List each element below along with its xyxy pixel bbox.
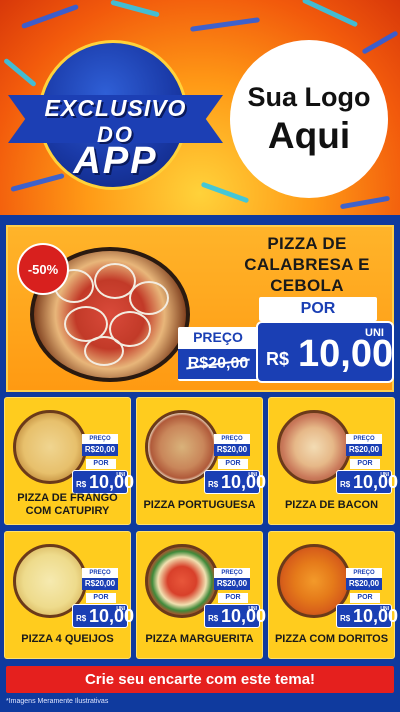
mini-unit: UNI (380, 472, 389, 478)
product-name: PIZZA 4 QUEIJOS (21, 633, 114, 645)
old-price: R$20,00 (178, 349, 258, 379)
product-name: PIZZA DE BACON (284, 499, 379, 511)
mini-price-tag: PREÇO R$20,00 POR R$ 10,00 UNI (336, 434, 398, 494)
currency-symbol: R$ (266, 349, 290, 369)
mini-old-price: R$20,00 (346, 578, 382, 590)
logo-placeholder: Sua Logo Aqui (230, 40, 388, 198)
badge-line-3: APP (73, 140, 158, 182)
mini-old-price: R$20,00 (346, 444, 382, 456)
mini-price-value: 10,00 (89, 472, 135, 492)
logo-text-2: Aqui (267, 114, 351, 156)
product-card[interactable]: PREÇO R$20,00 POR R$ 10,00 UNI PIZZA DE … (4, 397, 134, 525)
mini-por-label: POR (86, 459, 116, 469)
mini-currency: R$ (340, 614, 351, 623)
new-price-value: 10,00 (298, 333, 394, 375)
exclusive-app-badge: EXCLUSIVO DO APP (8, 40, 223, 205)
mini-price-tag: PREÇO R$20,00 POR R$ 10,00 UNI (204, 434, 266, 494)
mini-new-price: R$ 10,00 UNI (336, 470, 398, 494)
old-price-box: PREÇO R$20,00 (178, 327, 258, 381)
mini-preco-label: PREÇO (346, 434, 382, 444)
confetti-streamer (339, 195, 391, 210)
mini-unit: UNI (248, 472, 257, 478)
featured-name-line-3: CEBOLA (270, 276, 344, 295)
mini-currency: R$ (208, 480, 219, 489)
mini-price-value: 10,00 (353, 472, 399, 492)
mini-currency: R$ (208, 614, 219, 623)
confetti-streamer (301, 0, 359, 28)
mini-new-price: R$ 10,00 UNI (336, 604, 398, 628)
mini-currency: R$ (340, 480, 351, 489)
logo-text-1: Sua Logo (247, 81, 371, 112)
product-card[interactable]: PREÇO R$20,00 POR R$ 10,00 UNI PIZZA MAR… (136, 531, 266, 659)
mini-price-tag: PREÇO R$20,00 POR R$ 10,00 UNI (204, 568, 266, 628)
mini-unit: UNI (380, 606, 389, 612)
mini-old-price: R$20,00 (214, 578, 250, 590)
disclaimer-text: *Imagens Meramente Ilustrativas (6, 698, 109, 705)
new-price-box: UNI R$ 10,00 (256, 321, 394, 383)
mini-por-label: POR (218, 459, 248, 469)
mini-new-price: R$ 10,00 UNI (204, 604, 266, 628)
mini-currency: R$ (76, 480, 87, 489)
confetti-streamer (189, 17, 261, 32)
badge-line-1: EXCLUSIVO (44, 95, 187, 121)
mini-price-tag: PREÇO R$20,00 POR R$ 10,00 UNI (72, 434, 134, 494)
featured-name-line-2: CALABRESA E (244, 255, 370, 274)
preco-label: PREÇO (193, 329, 243, 345)
product-card[interactable]: PREÇO R$20,00 POR R$ 10,00 UNI PIZZA 4 Q… (4, 531, 134, 659)
mini-unit: UNI (116, 606, 125, 612)
product-card[interactable]: PREÇO R$20,00 POR R$ 10,00 UNI PIZZA COM… (268, 531, 398, 659)
mini-new-price: R$ 10,00 UNI (204, 470, 266, 494)
mini-por-label: POR (86, 593, 116, 603)
mini-preco-label: PREÇO (214, 434, 250, 444)
mini-preco-label: PREÇO (82, 568, 118, 578)
mini-price-value: 10,00 (221, 472, 267, 492)
mini-unit: UNI (248, 606, 257, 612)
mini-preco-label: PREÇO (346, 568, 382, 578)
header-banner: EXCLUSIVO DO APP Sua Logo Aqui (0, 0, 400, 215)
product-grid: PREÇO R$20,00 POR R$ 10,00 UNI PIZZA DE … (4, 397, 398, 659)
mini-price-tag: PREÇO R$20,00 POR R$ 10,00 UNI (336, 568, 398, 628)
mini-currency: R$ (76, 614, 87, 623)
featured-name-line-1: PIZZA DE (267, 234, 347, 253)
mini-price-value: 10,00 (353, 606, 399, 626)
mini-por-label: POR (350, 459, 380, 469)
mini-new-price: R$ 10,00 UNI (72, 604, 134, 628)
product-card[interactable]: PREÇO R$20,00 POR R$ 10,00 UNI PIZZA DE … (268, 397, 398, 525)
discount-badge: -50% (17, 243, 69, 295)
product-card[interactable]: PREÇO R$20,00 POR R$ 10,00 UNI PIZZA POR… (136, 397, 266, 525)
mini-new-price: R$ 10,00 UNI (72, 470, 134, 494)
mini-unit: UNI (116, 472, 125, 478)
mini-price-tag: PREÇO R$20,00 POR R$ 10,00 UNI (72, 568, 134, 628)
create-flyer-button[interactable]: Crie seu encarte com este tema! (6, 666, 394, 693)
confetti-streamer (361, 30, 399, 55)
confetti-streamer (110, 0, 160, 18)
confetti-streamer (20, 3, 80, 30)
mini-preco-label: PREÇO (214, 568, 250, 578)
mini-old-price: R$20,00 (82, 444, 118, 456)
mini-por-label: POR (350, 593, 380, 603)
mini-por-label: POR (218, 593, 248, 603)
mini-price-value: 10,00 (89, 606, 135, 626)
mini-price-value: 10,00 (221, 606, 267, 626)
product-name: PIZZA COM DORITOS (274, 633, 389, 645)
product-name: PIZZA MARGUERITA (145, 633, 254, 645)
featured-product-name: PIZZA DE CALABRESA E CEBOLA (222, 233, 392, 296)
mini-old-price: R$20,00 (214, 444, 250, 456)
featured-offer-card[interactable]: -50% PIZZA DE CALABRESA E CEBOLA POR PRE… (6, 225, 394, 392)
mini-old-price: R$20,00 (82, 578, 118, 590)
product-name: PIZZA DE FRANGO COM CATUPIRY (17, 492, 118, 517)
mini-preco-label: PREÇO (82, 434, 118, 444)
por-label: POR (259, 297, 377, 321)
product-name: PIZZA PORTUGUESA (143, 499, 256, 511)
